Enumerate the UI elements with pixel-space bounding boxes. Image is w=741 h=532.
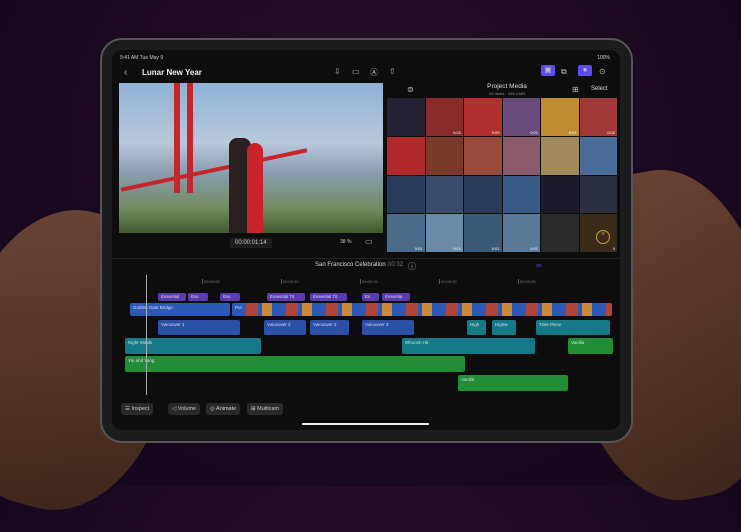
thumbnail-duration: 0 [612,246,615,251]
project-title: Lunar New Year [142,68,202,77]
ruler-label: 00:00:20 [439,279,457,284]
voiceover-clip[interactable]: Voiceover 1 [158,320,240,335]
ruler-label: 00:00:15 [360,279,378,284]
battery-indicator: 100% [597,55,610,61]
timeline-project-name: San Francisco Celebration [315,262,386,268]
music-clip[interactable]: Vanilla [458,375,568,391]
media-thumbnail[interactable]: 0:01 [502,98,540,136]
media-thumbnail[interactable] [541,175,579,214]
media-thumbnail[interactable] [502,175,540,214]
thumbnail-duration: 0:01 [414,246,423,251]
share-icon[interactable]: ⇧ [389,67,396,76]
media-subtitle: 26 Items · 346.4 MB [488,91,525,96]
audio-clip[interactable]: Highw [492,320,516,335]
media-thumbnail[interactable] [387,175,425,214]
thumbnail-duration: 0:01 [530,129,538,135]
video-clip[interactable]: Pur [232,303,612,316]
title-clip[interactable]: Essential Tit [310,293,347,301]
title-clip[interactable]: Essential Tit [267,293,305,301]
timecode-display: 00:00:01:14 [230,238,272,248]
audio-clip[interactable]: Time Piece [536,320,610,335]
media-thumbnail[interactable]: 0:03 [541,98,579,136]
record-icon[interactable]: ● [578,65,592,76]
zoom-level[interactable]: 38 % [340,239,351,245]
status-time: 9:41 AM Tue May 9 [120,55,164,61]
title-clip[interactable]: Essentia [382,293,410,301]
media-thumbnail[interactable]: 0:02 [425,98,463,136]
media-thumbnail[interactable] [387,98,425,136]
camera-icon[interactable]: ▭ [352,67,360,76]
video-clip[interactable]: Golden Gate Bridge [130,303,230,316]
inspect-button[interactable]: ☰ Inspect [121,403,154,415]
voiceover-clip[interactable]: Voiceover 3 [362,320,414,335]
media-thumbnail[interactable]: 0:02 [579,98,617,136]
grid-view-icon[interactable]: ⊞ [572,85,579,94]
media-thumbnail[interactable] [464,136,502,175]
screen: 9:41 AM Tue May 9 100% ‹ Lunar New Year … [112,50,620,430]
media-thumbnail[interactable] [425,136,463,175]
voiceover-icon[interactable]: Ⓐ [370,67,378,78]
thumbnail-duration: 0:02 [607,129,615,135]
browser-icon[interactable]: ⧉ [561,67,567,77]
media-thumbnail[interactable] [425,175,463,214]
media-thumbnail[interactable] [502,136,540,175]
link-icon[interactable]: ∞ [536,261,542,270]
ruler-label: 00:00:25 [518,279,536,284]
home-indicator [302,423,429,425]
thumbnail-duration: 0:01 [491,246,500,251]
media-title: Project Media [487,83,527,90]
thumbnail-duration: 0:03 [568,129,577,135]
back-chevron-icon[interactable]: ‹ [124,67,127,78]
media-thumbnail[interactable] [541,214,579,252]
title-clip[interactable]: Ess [220,293,240,301]
music-clip[interactable]: Vanilla [568,338,613,354]
media-thumbnail[interactable] [464,175,502,214]
media-thumbnail[interactable] [579,175,617,214]
photos-icon[interactable]: ▣ [541,65,555,76]
thumbnail-duration: 0:02 [453,129,461,135]
import-icon[interactable]: ⇩ [334,67,341,76]
close-icon[interactable]: × [596,230,610,244]
fullscreen-icon[interactable]: ▭ [365,237,373,246]
person [247,143,263,233]
ruler-label: 00:00:10 [281,279,299,284]
media-thumbnail[interactable] [541,136,579,175]
voiceover-clip[interactable]: Voiceover 2 [310,320,349,335]
volume-button[interactable]: ◁ Volume [168,403,201,415]
media-thumbnail[interactable]: 0:01 [425,214,463,252]
audio-clip[interactable]: Whoosh Hit [402,338,535,354]
title-clip[interactable]: Es [362,293,379,301]
ruler-label: 00:00:05 [202,279,220,284]
thumbnail-duration: 0:03 [491,129,500,135]
media-thumbnail[interactable]: 0:01 [387,214,425,252]
info-icon[interactable]: ⓘ [408,261,416,272]
media-thumbnail[interactable]: 0:01 [464,214,502,252]
thumbnail-duration: 0:01 [530,246,538,251]
multicam-button[interactable]: ⊞ Multicam [247,403,284,415]
more-icon[interactable]: ⊙ [599,67,606,76]
media-grid: 0:02 0:03 0:01 0:03 0:02 0:01 0:01 0:01 0:01 0 [387,98,617,252]
media-thumbnail[interactable] [579,136,617,175]
divider [112,258,620,259]
title-clip[interactable]: Ess [188,293,208,301]
animate-button[interactable]: ◎ Animate [206,403,241,415]
playhead[interactable] [146,275,147,395]
title-clip[interactable]: Essential [158,293,186,301]
filter-icon[interactable]: ⊜ [407,85,414,94]
audio-clip[interactable]: High [467,320,486,335]
music-clip[interactable]: Yin and Yang [125,356,465,372]
timeline-duration: 00:32 [388,262,404,268]
thumbnail-duration: 0:01 [453,246,461,251]
media-thumbnail[interactable]: 0:01 [502,214,540,252]
select-button[interactable]: Select [591,86,608,92]
voiceover-clip[interactable]: Voiceover 2 [264,320,306,335]
media-thumbnail[interactable]: 0:03 [464,98,502,136]
bridge-deck [120,148,308,192]
media-thumbnail[interactable] [387,136,425,175]
video-viewer[interactable] [119,83,383,233]
